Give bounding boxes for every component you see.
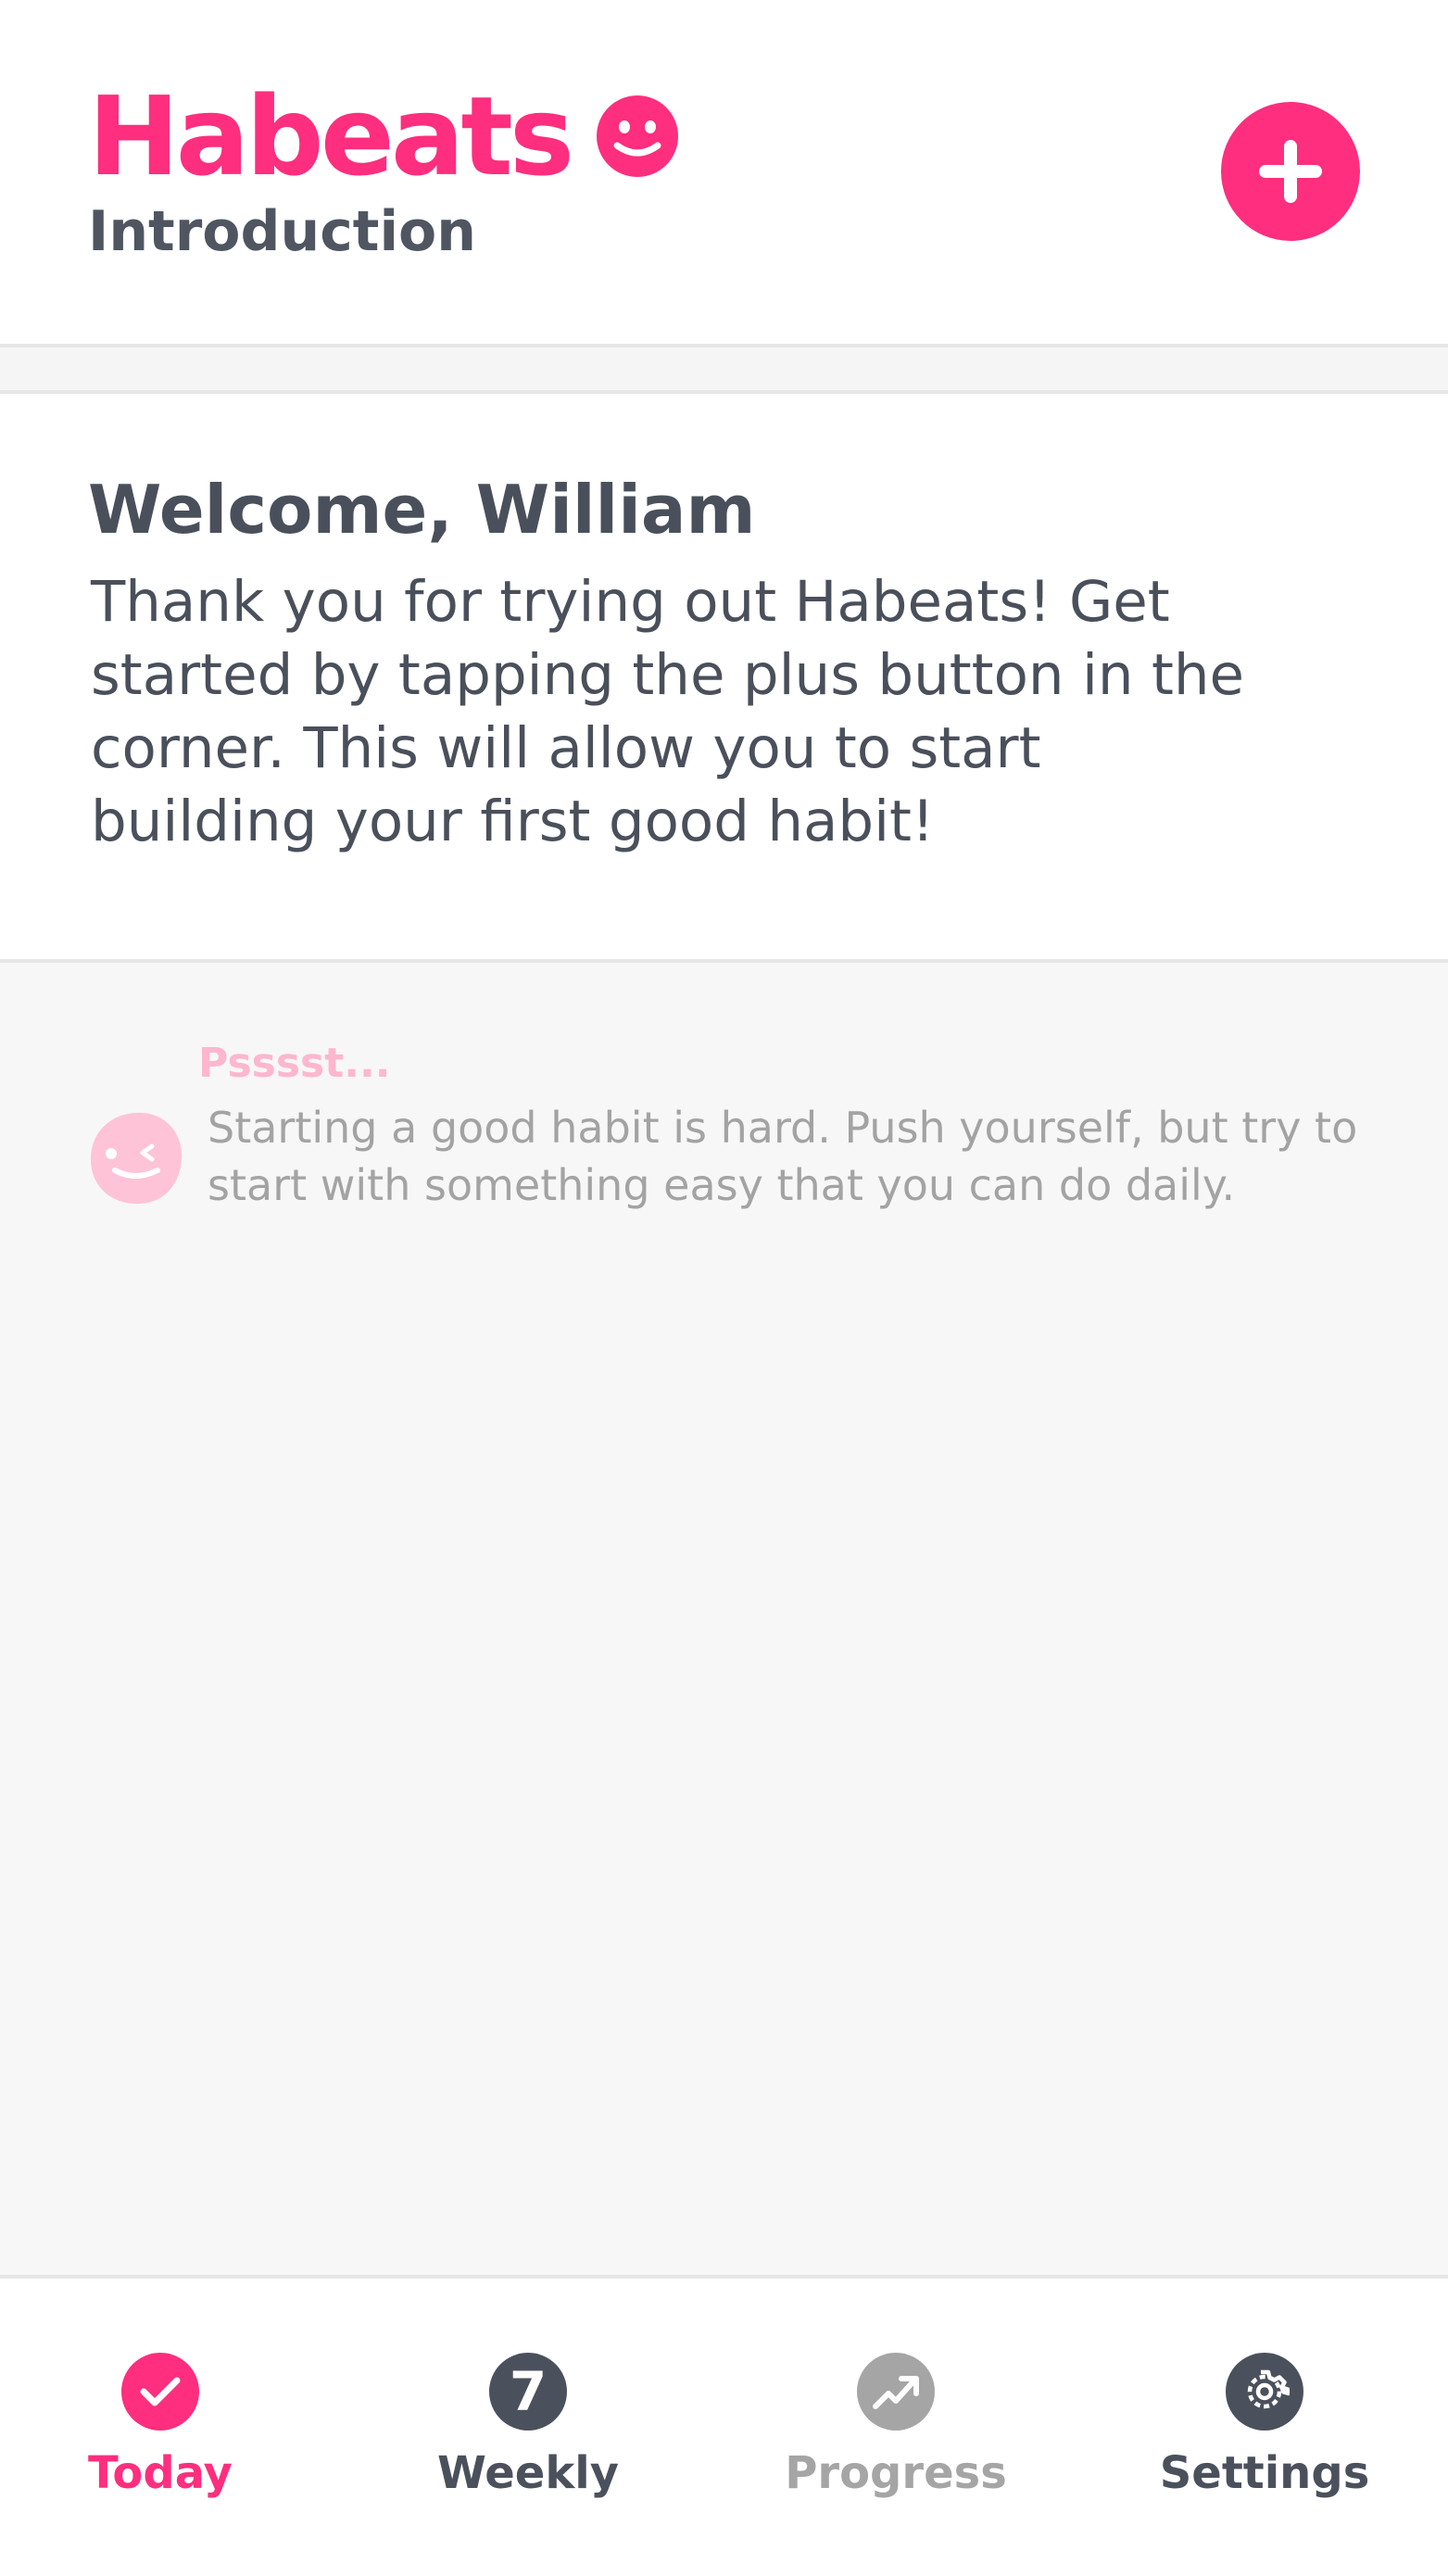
check-circle-icon [121, 2353, 199, 2431]
plus-icon [1259, 140, 1322, 203]
nav-item-today[interactable]: Today [0, 2353, 341, 2538]
tip-text: Starting a good habit is hard. Push your… [208, 1103, 1358, 1210]
nav-item-weekly[interactable]: 7 Weekly [347, 2353, 709, 2538]
winking-face-icon [90, 1112, 183, 1205]
trend-up-icon [857, 2353, 935, 2431]
gear-icon [1226, 2353, 1303, 2431]
nav-item-label: Today [88, 2447, 233, 2499]
smiley-face-icon [597, 95, 679, 177]
seven-circle-icon: 7 [489, 2353, 567, 2431]
nav-item-progress[interactable]: Progress [715, 2353, 1077, 2538]
welcome-card: Welcome, William Thank you for trying ou… [0, 394, 1448, 963]
header-divider [0, 347, 1448, 394]
welcome-message: Thank you for trying out Habeats! Get st… [91, 569, 1245, 854]
nav-item-label: Progress [785, 2447, 1007, 2499]
page-title: Introduction [88, 199, 476, 264]
welcome-title: Welcome, William [88, 471, 756, 549]
brand: Habeats [88, 82, 680, 191]
nav-item-label: Settings [1159, 2447, 1370, 2499]
nav-item-settings[interactable]: Settings [1084, 2353, 1445, 2538]
app-header: Habeats Introduction [0, 0, 1448, 347]
add-habit-button[interactable] [1221, 102, 1360, 241]
nav-item-label: Weekly [436, 2447, 619, 2499]
bottom-navigation: Today 7 Weekly Progress Settings [0, 2275, 1448, 2576]
tip-label: Psssst... [198, 1040, 391, 1087]
app-title: Habeats [88, 72, 574, 200]
weekly-badge-number: 7 [509, 2360, 548, 2423]
